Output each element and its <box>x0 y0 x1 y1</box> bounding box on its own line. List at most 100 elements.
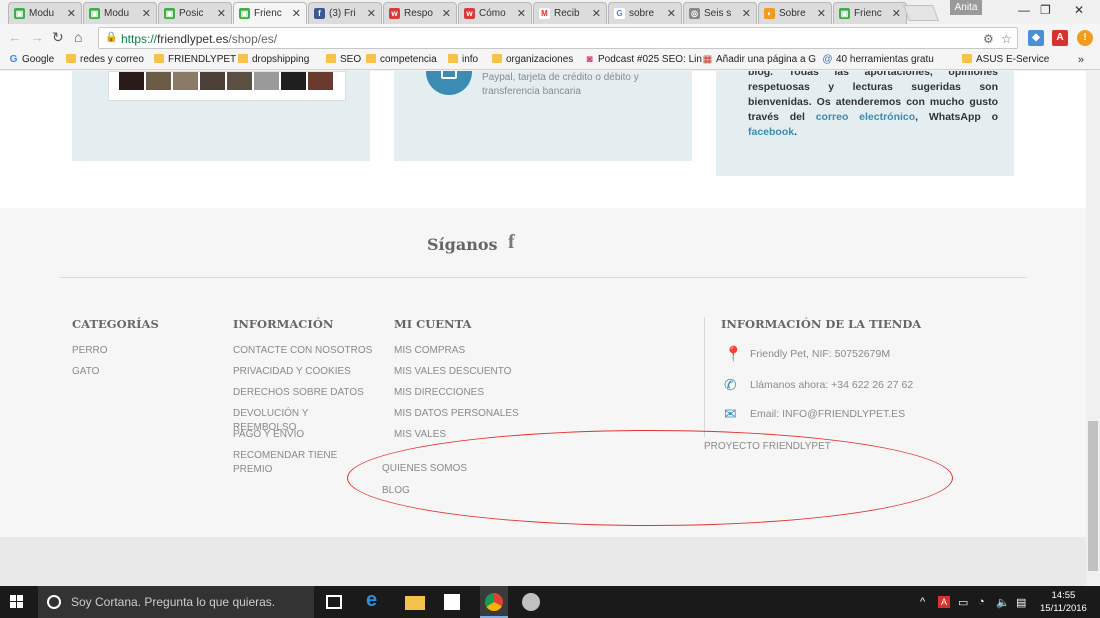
bookmark-item[interactable]: dropshipping <box>238 54 309 65</box>
folder-icon <box>238 54 248 63</box>
bookmark-item[interactable]: redes y correo <box>66 54 144 65</box>
home-icon[interactable]: ⌂ <box>74 29 82 45</box>
bookmark-item[interactable]: info <box>448 54 478 65</box>
bookmarks-more-button[interactable]: » <box>1078 54 1084 66</box>
bookmark-favicon-icon: ◙ <box>586 54 593 65</box>
facebook-icon[interactable]: f <box>508 231 515 254</box>
browser-tab[interactable]: f (3) Fri ✕ <box>308 2 382 24</box>
browser-tab[interactable]: ▣ Modu ✕ <box>83 2 157 24</box>
browser-tab[interactable]: w Respo ✕ <box>383 2 457 24</box>
thumbnail[interactable] <box>119 72 144 90</box>
tab-close-icon[interactable]: ✕ <box>292 7 301 20</box>
facebook-link[interactable]: facebook <box>748 126 794 138</box>
footer-link[interactable]: PRIVACIDAD Y COOKIES <box>233 365 373 379</box>
tab-close-icon[interactable]: ✕ <box>517 7 526 20</box>
store-icon[interactable] <box>444 594 460 610</box>
page-scrollbar[interactable] <box>1086 71 1100 586</box>
tray-battery-icon[interactable]: ▭ <box>958 596 968 609</box>
thumbnail[interactable] <box>146 72 171 90</box>
scrollbar-thumb[interactable] <box>1088 421 1098 571</box>
url-text: https://friendlypet.es/shop/es/ <box>121 32 277 46</box>
bookmark-item[interactable]: competencia <box>366 54 437 65</box>
address-bar[interactable]: 🔒 https://friendlypet.es/shop/es/ ⚙ ☆ <box>98 27 1018 49</box>
tray-up-icon[interactable]: ^ <box>920 596 925 608</box>
thumbnail[interactable] <box>200 72 225 90</box>
translate-icon[interactable]: ⚙ <box>983 32 994 46</box>
tab-close-icon[interactable]: ✕ <box>667 7 676 20</box>
menu-alert-icon[interactable]: ! <box>1077 30 1093 46</box>
thumbnail[interactable] <box>281 72 306 90</box>
bookmark-item[interactable]: @40 herramientas gratu <box>822 54 933 65</box>
tray-app-icon[interactable]: A <box>938 596 950 608</box>
taskbar-clock[interactable]: 14:55 15/11/2016 <box>1040 589 1087 615</box>
footer-link[interactable]: MIS VALES DESCUENTO <box>394 365 511 379</box>
tab-favicon-icon: G <box>614 8 625 19</box>
footer-link[interactable]: PERRO <box>72 344 108 358</box>
tab-close-icon[interactable]: ✕ <box>892 7 901 20</box>
footer-link[interactable]: MIS VALES <box>394 428 446 442</box>
bookmark-item[interactable]: organizaciones <box>492 54 573 65</box>
close-window-icon[interactable]: ✕ <box>1074 3 1084 17</box>
browser-tab[interactable]: ◐ Sobre ✕ <box>758 2 832 24</box>
tab-favicon-icon: M <box>539 8 550 19</box>
browser-tab[interactable]: M Recib ✕ <box>533 2 607 24</box>
store-address-text: Friendly Pet, NIF: 50752679M <box>750 348 891 360</box>
bookmark-item[interactable]: ▦ Añadir una página a G <box>702 54 816 65</box>
bookmark-item[interactable]: ASUS E-Service <box>962 54 1049 65</box>
tab-close-icon[interactable]: ✕ <box>742 7 751 20</box>
browser-tab[interactable]: ▣ Frienc ✕ <box>833 2 907 24</box>
cortana-search-box[interactable]: Soy Cortana. Pregunta lo que quieras. <box>38 586 314 618</box>
email-link[interactable]: correo electrónico <box>816 111 915 123</box>
tab-close-icon[interactable]: ✕ <box>217 7 226 20</box>
bookmark-item[interactable]: SEO <box>326 54 361 65</box>
store-email-text[interactable]: Email: INFO@FRIENDLYPET.ES <box>750 408 905 420</box>
windows-start-icon[interactable] <box>10 595 24 609</box>
browser-tab[interactable]: ▣ Posic ✕ <box>158 2 232 24</box>
edge-icon[interactable]: e <box>366 589 386 611</box>
tab-close-icon[interactable]: ✕ <box>442 7 451 20</box>
browser-tab[interactable]: ◎ Seis s ✕ <box>683 2 757 24</box>
footer-link[interactable]: DERECHOS SOBRE DATOS <box>233 386 373 400</box>
browser-tab[interactable]: w Cómo ✕ <box>458 2 532 24</box>
footer-link[interactable]: PAGO Y ENVÍO <box>233 428 373 442</box>
bookmark-item[interactable]: FRIENDLYPET <box>154 54 236 65</box>
thumbnail[interactable] <box>227 72 252 90</box>
bookmark-label: SEO <box>340 54 362 65</box>
tray-notification-icon[interactable]: ▤ <box>1016 596 1026 609</box>
bookmark-item[interactable]: G Google <box>8 54 55 65</box>
paint-icon[interactable] <box>522 593 540 611</box>
thumbnail[interactable] <box>254 72 279 90</box>
back-icon[interactable]: ← <box>8 29 22 45</box>
bookmark-item[interactable]: ◙ Podcast #025 SEO: Lin <box>584 54 702 65</box>
footer-link[interactable]: MIS DIRECCIONES <box>394 386 484 400</box>
chrome-taskbar-button[interactable] <box>480 586 508 618</box>
footer-link[interactable]: GATO <box>72 365 99 379</box>
forward-icon[interactable]: → <box>30 29 44 45</box>
tab-close-icon[interactable]: ✕ <box>67 7 76 20</box>
thumbnail[interactable] <box>308 72 333 90</box>
new-tab-button[interactable] <box>903 5 939 21</box>
file-explorer-icon[interactable] <box>405 596 425 610</box>
thumbnail[interactable] <box>173 72 198 90</box>
bookmark-label: redes y correo <box>80 54 144 65</box>
tray-volume-icon[interactable]: 🔈 <box>996 596 1010 609</box>
browser-tab[interactable]: ▣ Frienc ✕ <box>233 2 307 24</box>
browser-tab[interactable]: ▣ Modu ✕ <box>8 2 82 24</box>
footer-link[interactable]: CONTACTE CON NOSOTROS <box>233 344 373 358</box>
star-icon[interactable]: ☆ <box>1001 32 1012 46</box>
footer-link[interactable]: MIS DATOS PERSONALES <box>394 407 519 421</box>
browser-tab[interactable]: Gsobre ✕ <box>608 2 682 24</box>
tab-close-icon[interactable]: ✕ <box>592 7 601 20</box>
restore-icon[interactable]: ❐ <box>1040 3 1051 17</box>
tab-close-icon[interactable]: ✕ <box>142 7 151 20</box>
tab-close-icon[interactable]: ✕ <box>367 7 376 20</box>
adblock-icon[interactable]: A <box>1052 30 1068 46</box>
footer-link[interactable]: MIS COMPRAS <box>394 344 465 358</box>
minimize-icon[interactable]: — <box>1018 3 1030 17</box>
extension-icon[interactable]: ◆ <box>1028 30 1044 46</box>
profile-button[interactable]: Anita <box>950 0 982 15</box>
tray-wifi-icon[interactable]: ◔ <box>978 596 985 608</box>
reload-icon[interactable]: ↻ <box>52 29 64 46</box>
tab-close-icon[interactable]: ✕ <box>817 7 826 20</box>
task-view-icon[interactable] <box>326 595 342 609</box>
